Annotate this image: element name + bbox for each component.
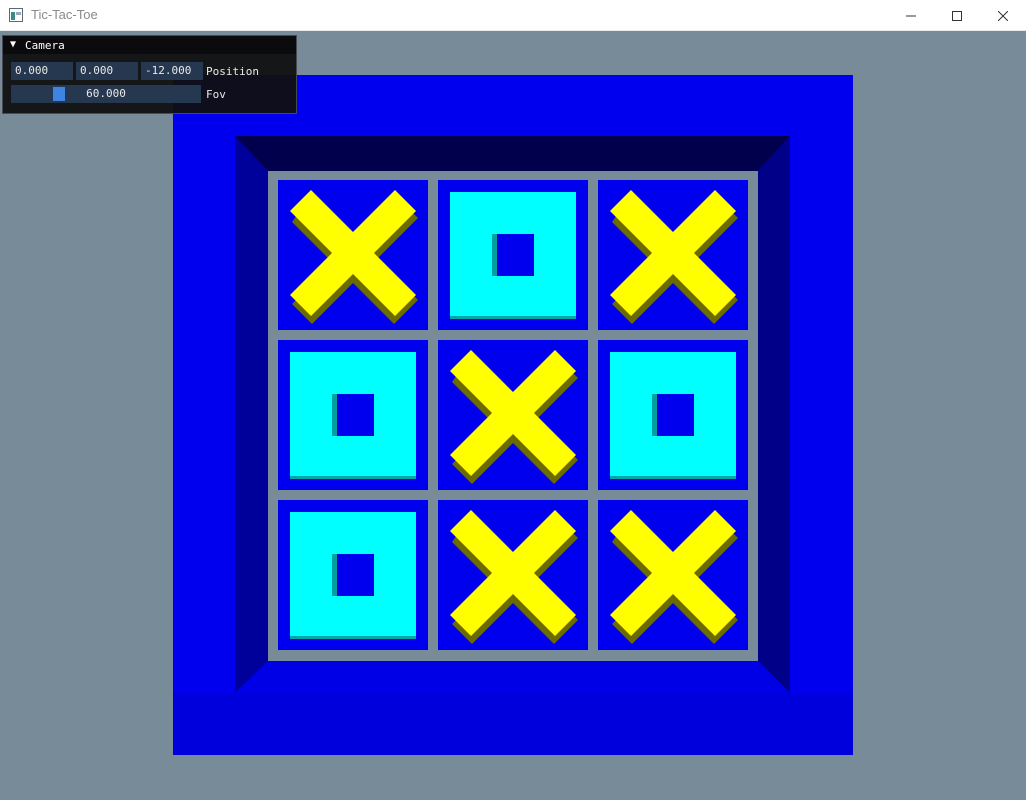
close-icon [998, 10, 1008, 21]
x-piece [278, 180, 428, 330]
minimize-icon [906, 15, 916, 16]
x-piece [438, 340, 588, 490]
camera-panel-title: Camera [25, 39, 65, 52]
o-piece [438, 180, 588, 330]
board-cell[interactable] [438, 340, 588, 490]
position-z-input[interactable]: -12.000 [141, 62, 203, 80]
position-y-input[interactable]: 0.000 [76, 62, 138, 80]
board-cell[interactable] [598, 340, 748, 490]
x-piece [438, 500, 588, 650]
board-cell[interactable] [278, 180, 428, 330]
board-cell[interactable] [278, 500, 428, 650]
title-bar[interactable]: Tic-Tac-Toe [0, 0, 1026, 31]
camera-panel[interactable]: ▼ Camera 0.000 0.000 -12.000 Position 60… [2, 35, 297, 114]
fov-label: Fov [206, 88, 226, 101]
x-piece [598, 180, 748, 330]
board-cell[interactable] [278, 340, 428, 490]
x-piece [598, 500, 748, 650]
board-cell[interactable] [438, 180, 588, 330]
board-cell[interactable] [598, 500, 748, 650]
minimize-button[interactable] [888, 0, 934, 31]
maximize-button[interactable] [934, 0, 980, 31]
app-window: Tic-Tac-Toe ▼ Camera 0.000 0.000 -12.000… [0, 0, 1026, 800]
position-x-input[interactable]: 0.000 [11, 62, 73, 80]
o-piece [278, 340, 428, 490]
close-button[interactable] [980, 0, 1026, 31]
board-cell[interactable] [598, 180, 748, 330]
camera-panel-header[interactable]: ▼ Camera [3, 36, 296, 54]
position-label: Position [206, 65, 259, 78]
fov-slider[interactable]: 60.000 [11, 85, 201, 103]
maximize-icon [952, 10, 962, 21]
o-piece [598, 340, 748, 490]
triangle-down-icon[interactable]: ▼ [10, 39, 16, 50]
o-piece [278, 500, 428, 650]
app-window-icon [9, 8, 23, 22]
window-title: Tic-Tac-Toe [31, 7, 98, 22]
fov-value: 60.000 [86, 87, 126, 100]
render-viewport[interactable]: ▼ Camera 0.000 0.000 -12.000 Position 60… [0, 31, 1026, 800]
board-cell[interactable] [438, 500, 588, 650]
